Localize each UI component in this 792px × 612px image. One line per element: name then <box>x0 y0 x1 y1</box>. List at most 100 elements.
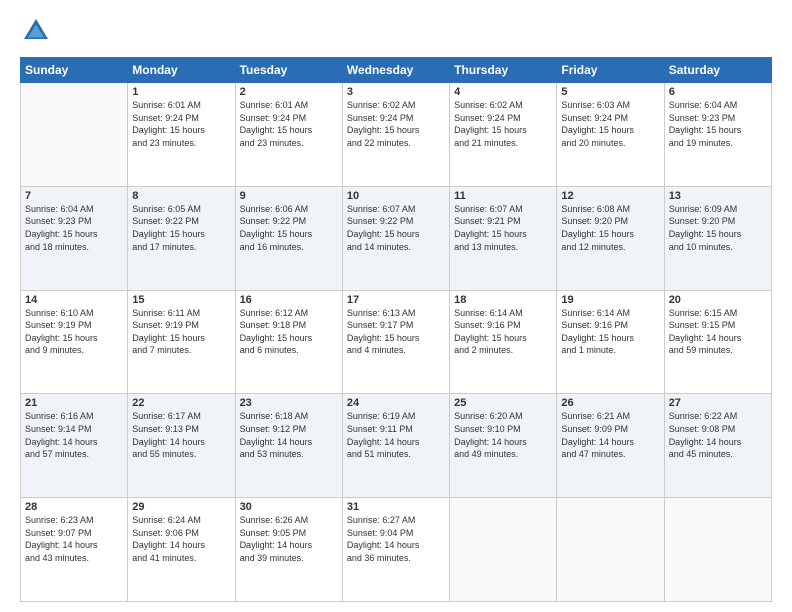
day-number: 11 <box>454 190 552 202</box>
calendar-cell: 6Sunrise: 6:04 AMSunset: 9:23 PMDaylight… <box>664 83 771 187</box>
day-header-row: SundayMondayTuesdayWednesdayThursdayFrid… <box>21 58 772 83</box>
calendar-week-1: 1Sunrise: 6:01 AMSunset: 9:24 PMDaylight… <box>21 83 772 187</box>
day-number: 20 <box>669 294 767 306</box>
day-info: Sunrise: 6:06 AMSunset: 9:22 PMDaylight:… <box>240 203 338 253</box>
calendar-cell: 21Sunrise: 6:16 AMSunset: 9:14 PMDayligh… <box>21 394 128 498</box>
day-info: Sunrise: 6:19 AMSunset: 9:11 PMDaylight:… <box>347 410 445 460</box>
calendar-cell: 3Sunrise: 6:02 AMSunset: 9:24 PMDaylight… <box>342 83 449 187</box>
day-number: 28 <box>25 501 123 513</box>
calendar-cell: 9Sunrise: 6:06 AMSunset: 9:22 PMDaylight… <box>235 186 342 290</box>
calendar-cell: 26Sunrise: 6:21 AMSunset: 9:09 PMDayligh… <box>557 394 664 498</box>
day-info: Sunrise: 6:20 AMSunset: 9:10 PMDaylight:… <box>454 410 552 460</box>
day-number: 29 <box>132 501 230 513</box>
day-number: 7 <box>25 190 123 202</box>
calendar-cell: 23Sunrise: 6:18 AMSunset: 9:12 PMDayligh… <box>235 394 342 498</box>
page: SundayMondayTuesdayWednesdayThursdayFrid… <box>0 0 792 612</box>
calendar-cell: 22Sunrise: 6:17 AMSunset: 9:13 PMDayligh… <box>128 394 235 498</box>
day-number: 3 <box>347 86 445 98</box>
day-of-week-wednesday: Wednesday <box>342 58 449 83</box>
day-number: 4 <box>454 86 552 98</box>
calendar-cell <box>664 498 771 602</box>
day-number: 25 <box>454 397 552 409</box>
day-of-week-thursday: Thursday <box>450 58 557 83</box>
day-info: Sunrise: 6:10 AMSunset: 9:19 PMDaylight:… <box>25 307 123 357</box>
day-number: 31 <box>347 501 445 513</box>
calendar-cell: 18Sunrise: 6:14 AMSunset: 9:16 PMDayligh… <box>450 290 557 394</box>
day-number: 17 <box>347 294 445 306</box>
calendar-cell: 30Sunrise: 6:26 AMSunset: 9:05 PMDayligh… <box>235 498 342 602</box>
calendar-cell <box>557 498 664 602</box>
calendar-cell: 7Sunrise: 6:04 AMSunset: 9:23 PMDaylight… <box>21 186 128 290</box>
calendar-table: SundayMondayTuesdayWednesdayThursdayFrid… <box>20 57 772 602</box>
day-number: 22 <box>132 397 230 409</box>
day-number: 27 <box>669 397 767 409</box>
day-info: Sunrise: 6:08 AMSunset: 9:20 PMDaylight:… <box>561 203 659 253</box>
day-info: Sunrise: 6:12 AMSunset: 9:18 PMDaylight:… <box>240 307 338 357</box>
day-info: Sunrise: 6:13 AMSunset: 9:17 PMDaylight:… <box>347 307 445 357</box>
day-number: 24 <box>347 397 445 409</box>
calendar-week-2: 7Sunrise: 6:04 AMSunset: 9:23 PMDaylight… <box>21 186 772 290</box>
calendar-cell: 13Sunrise: 6:09 AMSunset: 9:20 PMDayligh… <box>664 186 771 290</box>
day-info: Sunrise: 6:01 AMSunset: 9:24 PMDaylight:… <box>240 99 338 149</box>
day-number: 14 <box>25 294 123 306</box>
day-of-week-sunday: Sunday <box>21 58 128 83</box>
calendar-cell: 29Sunrise: 6:24 AMSunset: 9:06 PMDayligh… <box>128 498 235 602</box>
calendar-week-4: 21Sunrise: 6:16 AMSunset: 9:14 PMDayligh… <box>21 394 772 498</box>
day-number: 1 <box>132 86 230 98</box>
day-of-week-monday: Monday <box>128 58 235 83</box>
day-info: Sunrise: 6:21 AMSunset: 9:09 PMDaylight:… <box>561 410 659 460</box>
day-info: Sunrise: 6:27 AMSunset: 9:04 PMDaylight:… <box>347 514 445 564</box>
day-info: Sunrise: 6:02 AMSunset: 9:24 PMDaylight:… <box>454 99 552 149</box>
day-info: Sunrise: 6:04 AMSunset: 9:23 PMDaylight:… <box>25 203 123 253</box>
day-info: Sunrise: 6:07 AMSunset: 9:22 PMDaylight:… <box>347 203 445 253</box>
day-number: 15 <box>132 294 230 306</box>
day-number: 23 <box>240 397 338 409</box>
calendar-cell: 24Sunrise: 6:19 AMSunset: 9:11 PMDayligh… <box>342 394 449 498</box>
day-number: 19 <box>561 294 659 306</box>
calendar-cell <box>21 83 128 187</box>
day-info: Sunrise: 6:16 AMSunset: 9:14 PMDaylight:… <box>25 410 123 460</box>
day-info: Sunrise: 6:01 AMSunset: 9:24 PMDaylight:… <box>132 99 230 149</box>
calendar-cell: 4Sunrise: 6:02 AMSunset: 9:24 PMDaylight… <box>450 83 557 187</box>
day-number: 16 <box>240 294 338 306</box>
day-info: Sunrise: 6:09 AMSunset: 9:20 PMDaylight:… <box>669 203 767 253</box>
day-info: Sunrise: 6:23 AMSunset: 9:07 PMDaylight:… <box>25 514 123 564</box>
day-info: Sunrise: 6:05 AMSunset: 9:22 PMDaylight:… <box>132 203 230 253</box>
day-info: Sunrise: 6:15 AMSunset: 9:15 PMDaylight:… <box>669 307 767 357</box>
day-number: 2 <box>240 86 338 98</box>
day-of-week-saturday: Saturday <box>664 58 771 83</box>
day-number: 5 <box>561 86 659 98</box>
calendar-cell: 5Sunrise: 6:03 AMSunset: 9:24 PMDaylight… <box>557 83 664 187</box>
calendar-cell: 1Sunrise: 6:01 AMSunset: 9:24 PMDaylight… <box>128 83 235 187</box>
day-info: Sunrise: 6:26 AMSunset: 9:05 PMDaylight:… <box>240 514 338 564</box>
calendar-cell: 14Sunrise: 6:10 AMSunset: 9:19 PMDayligh… <box>21 290 128 394</box>
calendar-cell: 19Sunrise: 6:14 AMSunset: 9:16 PMDayligh… <box>557 290 664 394</box>
calendar-week-3: 14Sunrise: 6:10 AMSunset: 9:19 PMDayligh… <box>21 290 772 394</box>
header <box>20 15 772 47</box>
day-info: Sunrise: 6:04 AMSunset: 9:23 PMDaylight:… <box>669 99 767 149</box>
day-number: 10 <box>347 190 445 202</box>
calendar-week-5: 28Sunrise: 6:23 AMSunset: 9:07 PMDayligh… <box>21 498 772 602</box>
day-number: 13 <box>669 190 767 202</box>
calendar-cell <box>450 498 557 602</box>
calendar-cell: 31Sunrise: 6:27 AMSunset: 9:04 PMDayligh… <box>342 498 449 602</box>
day-number: 8 <box>132 190 230 202</box>
calendar-cell: 25Sunrise: 6:20 AMSunset: 9:10 PMDayligh… <box>450 394 557 498</box>
day-number: 26 <box>561 397 659 409</box>
day-number: 30 <box>240 501 338 513</box>
calendar-cell: 10Sunrise: 6:07 AMSunset: 9:22 PMDayligh… <box>342 186 449 290</box>
calendar-cell: 28Sunrise: 6:23 AMSunset: 9:07 PMDayligh… <box>21 498 128 602</box>
day-number: 6 <box>669 86 767 98</box>
calendar-cell: 8Sunrise: 6:05 AMSunset: 9:22 PMDaylight… <box>128 186 235 290</box>
day-info: Sunrise: 6:17 AMSunset: 9:13 PMDaylight:… <box>132 410 230 460</box>
calendar-cell: 15Sunrise: 6:11 AMSunset: 9:19 PMDayligh… <box>128 290 235 394</box>
calendar-cell: 2Sunrise: 6:01 AMSunset: 9:24 PMDaylight… <box>235 83 342 187</box>
calendar-cell: 20Sunrise: 6:15 AMSunset: 9:15 PMDayligh… <box>664 290 771 394</box>
day-info: Sunrise: 6:24 AMSunset: 9:06 PMDaylight:… <box>132 514 230 564</box>
calendar-cell: 27Sunrise: 6:22 AMSunset: 9:08 PMDayligh… <box>664 394 771 498</box>
day-of-week-tuesday: Tuesday <box>235 58 342 83</box>
day-of-week-friday: Friday <box>557 58 664 83</box>
day-info: Sunrise: 6:07 AMSunset: 9:21 PMDaylight:… <box>454 203 552 253</box>
day-number: 9 <box>240 190 338 202</box>
day-number: 12 <box>561 190 659 202</box>
